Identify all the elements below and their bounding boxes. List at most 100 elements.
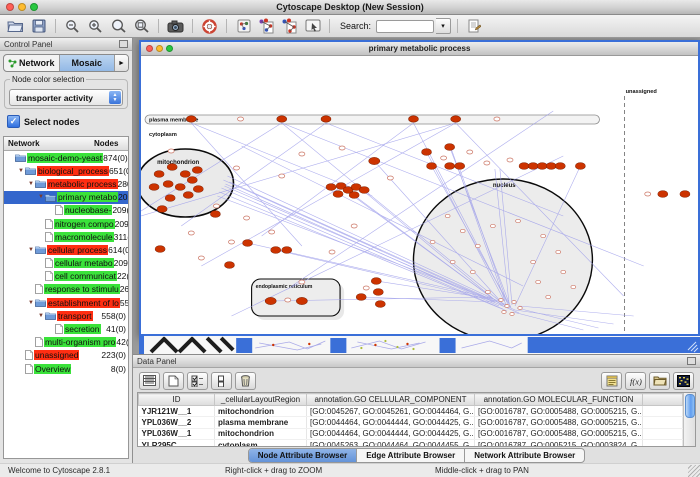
table-row[interactable]: YPL036W__2plasma membrane[GO:0044464, GO… bbox=[139, 417, 683, 428]
formula-builder-button[interactable]: f(x) bbox=[625, 372, 646, 390]
float-panel-icon[interactable] bbox=[687, 357, 696, 365]
tab-node-attribute-browser[interactable]: Node Attribute Browser bbox=[249, 449, 358, 462]
background-windows-strip[interactable] bbox=[139, 336, 700, 354]
minimize-button[interactable] bbox=[18, 3, 26, 11]
tree-row-overview[interactable]: Overview8(0) bbox=[4, 362, 128, 375]
tree-row-establishment-of-lo[interactable]: ▼establishment of lo558(0) bbox=[4, 296, 128, 309]
tree-row-secretion[interactable]: secretion41(0) bbox=[4, 322, 128, 335]
close-button[interactable] bbox=[146, 45, 153, 52]
zoom-in-button[interactable] bbox=[85, 17, 106, 36]
float-panel-icon[interactable] bbox=[119, 40, 128, 48]
attribute-editor-button[interactable] bbox=[601, 372, 622, 390]
snapshot-camera-button[interactable] bbox=[165, 17, 186, 36]
attribute-grid-button[interactable] bbox=[139, 372, 160, 390]
table-cell[interactable]: YLR295C bbox=[139, 439, 215, 446]
tree-row-multi-organism-pro[interactable]: multi-organism pro42(0) bbox=[4, 336, 128, 349]
table-row[interactable]: YJR121W__1mitochondrion[GO:0045267, GO:0… bbox=[139, 406, 683, 417]
tree-row-cell-communicat[interactable]: cell communicat22(0) bbox=[4, 270, 128, 283]
tree-row-label: macromolecule bbox=[54, 232, 114, 242]
column-header[interactable]: annotation.GO CELLULAR_COMPONENT bbox=[307, 394, 475, 406]
unselect-attributes-button[interactable] bbox=[211, 372, 232, 390]
select-nodes-checkbox[interactable]: ✓ bbox=[7, 115, 20, 128]
close-button[interactable] bbox=[6, 3, 14, 11]
table-row[interactable]: YPL036W__1mitochondrion[GO:0044464, GO:0… bbox=[139, 428, 683, 439]
table-cell[interactable]: YPL036W__2 bbox=[139, 417, 215, 428]
search-input[interactable] bbox=[376, 20, 434, 33]
zoom-button[interactable] bbox=[30, 3, 38, 11]
zoom-selected-button[interactable] bbox=[108, 17, 129, 36]
tree-row-biological-process[interactable]: ▼biological_process651(0) bbox=[4, 164, 128, 177]
column-header[interactable]: annotation.GO MOLECULAR_FUNCTION bbox=[475, 394, 643, 406]
tab-mosaic[interactable]: Mosaic bbox=[60, 55, 116, 71]
tree-row-cellular-process[interactable]: ▼cellular process614(0) bbox=[4, 243, 128, 256]
table-cell[interactable]: [GO:0016787, GO:0005215, GO:0003824, G..… bbox=[475, 439, 643, 446]
node-color-dropdown[interactable]: transporter activity ▲▼ bbox=[9, 89, 123, 106]
table-cell[interactable]: [GO:0044464, GO:0044444, GO:0044425, G..… bbox=[307, 428, 475, 439]
table-cell[interactable]: YPL036W__1 bbox=[139, 428, 215, 439]
tree-row-nitrogen-compo[interactable]: nitrogen compo209(0) bbox=[4, 217, 128, 230]
scrollbar-thumb[interactable] bbox=[685, 394, 695, 418]
open-file-button[interactable] bbox=[5, 17, 26, 36]
matrix-view-button[interactable] bbox=[673, 372, 694, 390]
table-cell[interactable]: [GO:0016787, GO:0005488, GO:0005215, G..… bbox=[475, 428, 643, 439]
save-session-button[interactable] bbox=[28, 17, 49, 36]
table-cell[interactable]: YJR121W__1 bbox=[139, 406, 215, 417]
chevron-down-icon: ▾ bbox=[441, 22, 445, 30]
tree-row-metabolic-process[interactable]: ▼metabolic process280(0) bbox=[4, 177, 128, 190]
delete-attribute-button[interactable] bbox=[235, 372, 256, 390]
table-cell[interactable]: [GO:0016787, GO:0005488, GO:0005215, G..… bbox=[475, 406, 643, 417]
disclosure-triangle-icon[interactable]: ▼ bbox=[37, 313, 45, 319]
tab-edge-attribute-browser[interactable]: Edge Attribute Browser bbox=[357, 449, 465, 462]
table-cell[interactable]: cytoplasm bbox=[215, 439, 307, 446]
tree-row-macromolecule[interactable]: macromolecule311(0) bbox=[4, 230, 128, 243]
tree-row-nucleobase[interactable]: nucleobase-209(0) bbox=[4, 204, 128, 217]
new-attribute-button[interactable] bbox=[163, 372, 184, 390]
disclosure-triangle-icon[interactable]: ▼ bbox=[17, 168, 25, 174]
disclosure-triangle-icon[interactable]: ▼ bbox=[27, 300, 35, 306]
table-cell[interactable]: mitochondrion bbox=[215, 428, 307, 439]
tab-overflow-button[interactable]: ► bbox=[115, 55, 128, 71]
tab-network-attribute-browser[interactable]: Network Attribute Browser bbox=[465, 449, 584, 462]
table-row[interactable]: YLR295Ccytoplasm[GO:0045263, GO:0044464,… bbox=[139, 439, 683, 446]
column-header[interactable]: _cellularLayoutRegion bbox=[215, 394, 307, 406]
import-attributes-button[interactable] bbox=[649, 372, 670, 390]
network-view-window[interactable]: primary metabolic process bbox=[139, 40, 700, 336]
disclosure-triangle-icon[interactable]: ▼ bbox=[27, 181, 35, 187]
disclosure-triangle-icon[interactable]: ▼ bbox=[37, 194, 45, 200]
tree-row-label: metabolic process bbox=[47, 179, 118, 189]
tree-row-response-to-stimulu[interactable]: response to stimulu264(0) bbox=[4, 283, 128, 296]
tree-row-cellular-metabo[interactable]: cellular metabo209(0) bbox=[4, 257, 128, 270]
table-cell[interactable]: [GO:0044464, GO:0044444, GO:0044425, G..… bbox=[307, 417, 475, 428]
table-scrollbar[interactable] bbox=[683, 393, 695, 446]
vizmapper-nodes-button[interactable] bbox=[256, 17, 277, 36]
tree-row-mosaic-demo-yeast[interactable]: mosaic-demo-yeast874(0) bbox=[4, 151, 128, 164]
select-attributes-button[interactable] bbox=[187, 372, 208, 390]
help-lifebuoy-button[interactable] bbox=[199, 17, 220, 36]
table-cell[interactable]: plasma membrane bbox=[215, 417, 307, 428]
tree-row-unassigned[interactable]: unassigned223(0) bbox=[4, 349, 128, 362]
search-config-button[interactable] bbox=[464, 17, 485, 36]
table-cell-filler bbox=[643, 406, 683, 417]
column-header[interactable]: ID bbox=[139, 394, 215, 406]
status-bar: Welcome to Cytoscape 2.8.1Right-click + … bbox=[0, 463, 700, 477]
search-dropdown-button[interactable]: ▾ bbox=[436, 18, 451, 34]
zoom-button[interactable] bbox=[166, 45, 173, 52]
disclosure-triangle-icon[interactable]: ▼ bbox=[27, 247, 35, 253]
table-cell[interactable]: mitochondrion bbox=[215, 406, 307, 417]
import-network-button[interactable] bbox=[233, 17, 254, 36]
annotation-tool-button[interactable] bbox=[302, 17, 323, 36]
table-cell[interactable]: [GO:0016787, GO:0005488, GO:0005215, G..… bbox=[475, 417, 643, 428]
zoom-out-button[interactable] bbox=[62, 17, 83, 36]
table-cell[interactable]: [GO:0045263, GO:0044464, GO:0044455, G..… bbox=[307, 439, 475, 446]
resize-grip-icon[interactable] bbox=[688, 465, 700, 477]
tree-row-transport[interactable]: ▼transport558(0) bbox=[4, 309, 128, 322]
tree-column-network[interactable]: Network bbox=[4, 139, 94, 148]
table-cell[interactable]: [GO:0045267, GO:0045261, GO:0044464, G..… bbox=[307, 406, 475, 417]
zoom-fit-button[interactable] bbox=[131, 17, 152, 36]
tree-column-nodes[interactable]: Nodes bbox=[94, 139, 128, 148]
minimize-button[interactable] bbox=[156, 45, 163, 52]
network-canvas[interactable]: plasma membrane cytoplasm mitochondrion … bbox=[141, 56, 698, 334]
tree-row-primary-metabo[interactable]: ▼primary metabo209(... bbox=[4, 191, 128, 204]
vizmapper-edges-button[interactable] bbox=[279, 17, 300, 36]
tab-network[interactable]: Network bbox=[4, 55, 60, 71]
